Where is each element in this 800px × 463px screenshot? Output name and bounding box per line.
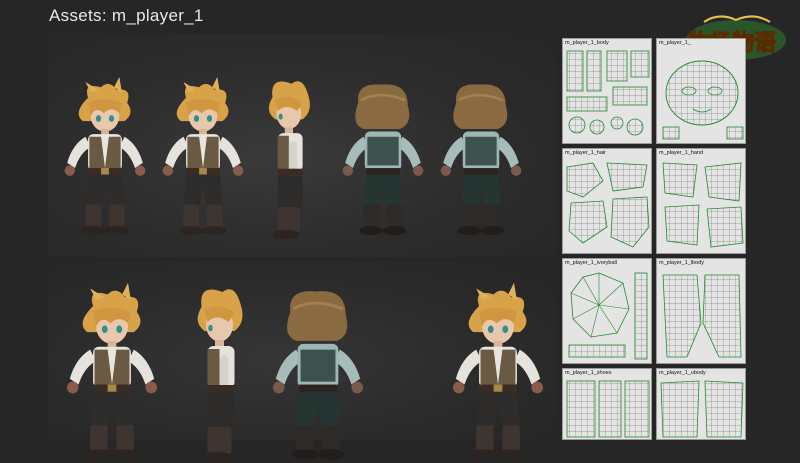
render-panel-top <box>48 34 556 257</box>
uv-map-grid: m_player_1_body m_player_1_ m_player_1_h… <box>562 38 748 440</box>
uv-map-ubody: m_player_1_ubody <box>656 368 746 440</box>
character-front-view <box>64 76 146 236</box>
character-front-angled-view <box>452 282 544 460</box>
character-back-view <box>271 289 365 461</box>
uv-map-hair: m_player_1_hair <box>562 148 652 254</box>
character-back-view <box>439 83 523 237</box>
character-front-angled-view <box>162 76 244 236</box>
uv-map-head: m_player_1_ <box>656 38 746 144</box>
uv-map-lbody: m_player_1_lbody <box>656 258 746 364</box>
uv-map-body: m_player_1_body <box>562 38 652 144</box>
character-back-angled-view <box>341 83 425 237</box>
character-side-view <box>197 289 243 463</box>
uv-map-shoes: m_player_1_shoes <box>562 368 652 440</box>
page-title: Assets: m_player_1 <box>49 6 204 25</box>
uv-map-ivoryball: m_player_1_ivoryball <box>562 258 652 364</box>
uv-map-hand: m_player_1_hand <box>656 148 746 254</box>
character-front-view <box>66 282 158 460</box>
render-panel-bottom <box>48 261 556 463</box>
character-side-view <box>268 81 310 240</box>
